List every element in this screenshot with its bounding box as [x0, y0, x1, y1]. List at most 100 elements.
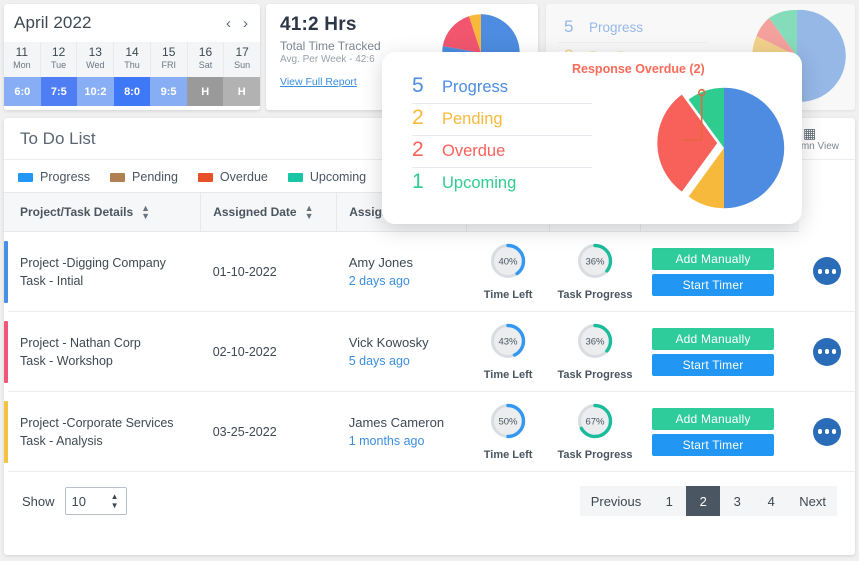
calendar-day-header[interactable]: 12Tue [41, 42, 78, 77]
task-progress-label: Task Progress [557, 369, 632, 381]
calendar-day-hours[interactable]: H [223, 77, 260, 106]
time-left-label: Time Left [484, 289, 533, 301]
assignee-cell: Vick Kowosky5 days ago [337, 312, 467, 392]
add-manually-button[interactable]: Add Manually [652, 328, 774, 350]
status-legend-item[interactable]: 5 Progress [558, 14, 708, 43]
popup-legend-item[interactable]: 5Progress [412, 72, 592, 104]
table-row[interactable]: Project -Corporate ServicesTask - Analys… [4, 392, 855, 472]
table-column-header[interactable]: Assigned Date ▲▼ [201, 193, 337, 232]
calendar-day-hours[interactable]: 7:5 [41, 77, 78, 106]
legend-label: Upcoming [310, 170, 366, 184]
start-timer-button[interactable]: Start Timer [652, 274, 774, 296]
calendar-day-number: 15 [151, 45, 187, 59]
add-manually-button[interactable]: Add Manually [652, 408, 774, 430]
pagination-page-3[interactable]: 3 [720, 486, 754, 516]
calendar-day-hours[interactable]: 10:2 [77, 77, 114, 106]
calendar-day-name: Mon [4, 59, 40, 71]
todo-legend-item[interactable]: Pending [110, 170, 178, 184]
task-progress-donut: 36% [574, 240, 616, 282]
show-entries-label: Show [22, 494, 55, 509]
calendar-day-number: 14 [114, 45, 150, 59]
calendar-day-header[interactable]: 16Sat [188, 42, 225, 77]
assignee-name: James Cameron [349, 413, 455, 432]
table-row[interactable]: Project - Nathan CorpTask - Workshop02-1… [4, 312, 855, 392]
svg-text:36%: 36% [585, 257, 605, 268]
sort-icon[interactable]: ▲▼ [305, 204, 314, 220]
assigned-date-cell: 02-10-2022 [201, 312, 337, 392]
pagination: Previous1234Next [580, 486, 837, 516]
calendar-day-number: 13 [77, 45, 113, 59]
assigned-relative-time[interactable]: 2 days ago [349, 272, 455, 291]
page-title: To Do List [20, 129, 96, 149]
calendar-day-header[interactable]: 17Sun [224, 42, 260, 77]
start-timer-button[interactable]: Start Timer [652, 434, 774, 456]
timer-actions-cell: Add Manually Start Timer [640, 312, 798, 392]
calendar-day-header[interactable]: 14Thu [114, 42, 151, 77]
popup-legend-item[interactable]: 2Pending [412, 104, 592, 136]
todo-legend-item[interactable]: Overdue [198, 170, 268, 184]
timer-actions-cell: Add Manually Start Timer [640, 232, 798, 312]
time-left-cell: 50%Time Left [466, 392, 550, 472]
chevron-left-icon[interactable]: ‹ [224, 16, 233, 31]
chevron-right-icon[interactable]: › [241, 16, 250, 31]
calendar-day-header[interactable]: 13Wed [77, 42, 114, 77]
calendar-day-name: Tue [41, 59, 77, 71]
start-timer-button[interactable]: Start Timer [652, 354, 774, 376]
status-label: Progress [589, 20, 643, 35]
popup-legend-item[interactable]: 2Overdue [412, 136, 592, 168]
pagination-page-4[interactable]: 4 [754, 486, 788, 516]
assigned-date-cell: 01-10-2022 [201, 232, 337, 312]
table-row[interactable]: Project -Digging CompanyTask - Intial01-… [4, 232, 855, 312]
svg-text:36%: 36% [585, 337, 605, 348]
task-progress-donut: 36% [574, 320, 616, 362]
calendar-day-name: FRI [151, 59, 187, 71]
legend-label: Overdue [220, 170, 268, 184]
show-entries-select[interactable]: 102550100 [65, 487, 127, 515]
popup-label: Progress [442, 78, 508, 97]
legend-color-swatch [110, 173, 125, 182]
status-count: 5 [564, 17, 578, 37]
popup-label: Upcoming [442, 174, 516, 193]
task-progress-cell: 36% Task Progress [550, 232, 640, 312]
calendar-day-headers: 11Mon12Tue13Wed14Thu15FRI16Sat17Sun [4, 42, 260, 77]
svg-text:43%: 43% [499, 337, 519, 348]
table-footer: Show 102550100 ▲▼ Previous1234Next [4, 472, 855, 530]
assigned-relative-time[interactable]: 1 months ago [349, 432, 455, 451]
show-entries-select-wrapper: 102550100 ▲▼ [65, 487, 127, 515]
todo-legend-item[interactable]: Progress [18, 170, 90, 184]
todo-legend-item[interactable]: Upcoming [288, 170, 366, 184]
calendar-day-name: Sun [224, 59, 260, 71]
calendar-day-header[interactable]: 11Mon [4, 42, 41, 77]
actions-cell [799, 232, 856, 312]
more-actions-icon[interactable] [813, 338, 841, 366]
assignee-cell: James Cameron1 months ago [337, 392, 467, 472]
more-actions-icon[interactable] [813, 257, 841, 285]
pagination-previous[interactable]: Previous [580, 486, 653, 516]
view-full-report-link[interactable]: View Full Report [280, 76, 357, 88]
more-actions-icon[interactable] [813, 418, 841, 446]
popup-count: 2 [412, 106, 428, 130]
popup-legend-item[interactable]: 1Upcoming [412, 168, 592, 199]
project-task-cell: Project - Nathan CorpTask - Workshop [8, 312, 201, 392]
task-name: Task - Intial [20, 272, 189, 290]
column-label: Assigned Date [213, 205, 296, 219]
task-progress-label: Task Progress [557, 289, 632, 301]
task-progress-cell: 36% Task Progress [550, 312, 640, 392]
table-column-header[interactable]: Project/Task Details ▲▼ [8, 193, 201, 232]
legend-color-swatch [198, 173, 213, 182]
calendar-day-hours[interactable]: H [187, 77, 224, 106]
calendar-day-hours[interactable]: 6:0 [4, 77, 41, 106]
sort-icon[interactable]: ▲▼ [141, 204, 150, 220]
actions-cell [799, 392, 856, 472]
calendar-day-hours[interactable]: 8:0 [114, 77, 151, 106]
pagination-page-1[interactable]: 1 [652, 486, 686, 516]
pagination-page-2[interactable]: 2 [686, 486, 720, 516]
assigned-relative-time[interactable]: 5 days ago [349, 352, 455, 371]
pagination-next[interactable]: Next [788, 486, 837, 516]
time-left-cell: 43%Time Left [466, 312, 550, 392]
calendar-day-hours[interactable]: 9:5 [150, 77, 187, 106]
add-manually-button[interactable]: Add Manually [652, 248, 774, 270]
task-progress-label: Task Progress [557, 449, 632, 461]
column-label: Project/Task Details [20, 205, 133, 219]
calendar-day-header[interactable]: 15FRI [151, 42, 188, 77]
